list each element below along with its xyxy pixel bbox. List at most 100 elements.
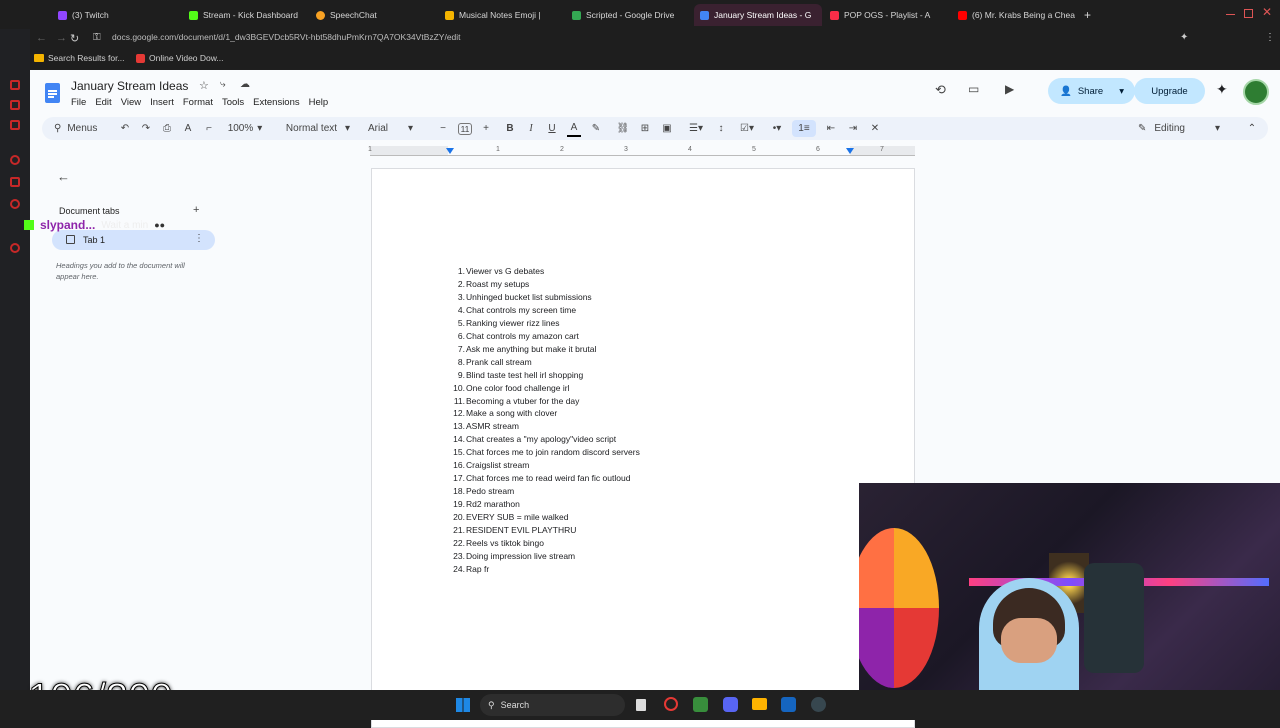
sidebar-app-icon[interactable]: [10, 80, 20, 90]
spellcheck-icon[interactable]: A: [180, 117, 196, 140]
site-info-icon[interactable]: ⚿: [93, 32, 101, 43]
clear-format-icon[interactable]: ✕: [868, 117, 882, 140]
list-item[interactable]: Chat controls my amazon cart: [466, 331, 579, 341]
bold-icon[interactable]: B: [503, 117, 517, 140]
underline-icon[interactable]: U: [545, 117, 559, 140]
indent-marker[interactable]: [446, 148, 454, 154]
xbox-icon[interactable]: [693, 697, 708, 712]
browser-tab[interactable]: POP OGS - Playlist - A: [824, 4, 949, 26]
menu-insert[interactable]: Insert: [150, 97, 174, 108]
move-folder-icon[interactable]: ⤷: [220, 79, 226, 90]
style-select[interactable]: Normal text ▾: [278, 117, 358, 140]
bulleted-list-icon[interactable]: •▾: [766, 117, 788, 140]
list-item[interactable]: Blind taste test hell irl shopping: [466, 370, 583, 380]
add-tab-plus-icon[interactable]: +: [193, 204, 199, 216]
back-arrow-icon[interactable]: ←: [57, 169, 70, 184]
menu-file[interactable]: File: [71, 97, 86, 108]
browser-tab[interactable]: Musical Notes Emoji |: [439, 4, 564, 26]
reload-icon[interactable]: ↻: [70, 32, 79, 45]
list-item[interactable]: Doing impression live stream: [466, 551, 575, 561]
list-item[interactable]: Ranking viewer rizz lines: [466, 318, 560, 328]
list-item[interactable]: Viewer vs G debates: [466, 266, 544, 276]
extensions-icon[interactable]: ✦: [1180, 32, 1188, 43]
list-item[interactable]: RESIDENT EVIL PLAYTHRU: [466, 525, 576, 535]
redo-icon[interactable]: ↷: [138, 117, 154, 140]
bookmark-item[interactable]: Search Results for...: [34, 53, 125, 63]
browser-tab-active[interactable]: January Stream Ideas - G: [694, 4, 822, 26]
close-window-icon[interactable]: ✕: [1262, 5, 1272, 19]
print-icon[interactable]: ⎙: [159, 117, 175, 140]
increase-indent-icon[interactable]: ⇥: [846, 117, 860, 140]
browser-tab[interactable]: SpeechChat: [310, 4, 435, 26]
list-item[interactable]: Chat forces me to read weird fan fic out…: [466, 473, 630, 483]
image-icon[interactable]: ▣: [660, 117, 674, 140]
menu-dots-icon[interactable]: ⋮: [1265, 32, 1275, 43]
font-select[interactable]: Arial ▾: [368, 117, 428, 140]
browser-tab[interactable]: Stream - Kick Dashboard: [183, 4, 308, 26]
task-view-icon[interactable]: [636, 699, 646, 711]
list-item[interactable]: Rap fr: [466, 564, 489, 574]
highlight-icon[interactable]: ✎: [589, 117, 603, 140]
sidebar-app-icon[interactable]: [10, 100, 20, 110]
increase-font-icon[interactable]: +: [479, 117, 493, 140]
line-spacing-icon[interactable]: ↕: [714, 117, 728, 140]
list-item[interactable]: Craigslist stream: [466, 460, 529, 470]
decrease-font-icon[interactable]: −: [436, 117, 450, 140]
menu-edit[interactable]: Edit: [95, 97, 111, 108]
list-item[interactable]: Ask me anything but make it brutal: [466, 344, 596, 354]
store-icon[interactable]: [781, 697, 796, 712]
menu-help[interactable]: Help: [309, 97, 329, 108]
history-icon[interactable]: ⟲: [935, 82, 946, 98]
menu-format[interactable]: Format: [183, 97, 213, 108]
list-item[interactable]: Chat forces me to join random discord se…: [466, 447, 640, 457]
list-item[interactable]: One color food challenge irl: [466, 383, 569, 393]
opera-taskbar-icon[interactable]: [664, 697, 678, 711]
zoom-select[interactable]: 100% ▾: [222, 117, 268, 140]
list-item[interactable]: Prank call stream: [466, 357, 532, 367]
list-item[interactable]: EVERY SUB = mile walked: [466, 512, 568, 522]
obs-icon[interactable]: [811, 697, 826, 712]
text-color-icon[interactable]: A: [567, 120, 581, 137]
font-size-input[interactable]: 11: [455, 117, 475, 140]
list-item[interactable]: Becoming a vtuber for the day: [466, 396, 579, 406]
url-input[interactable]: docs.google.com/document/d/1_dw3BGEVDcb5…: [112, 32, 812, 42]
discord-icon[interactable]: [723, 697, 738, 712]
collapse-toolbar-icon[interactable]: ⌃: [1245, 117, 1259, 140]
docs-logo-icon[interactable]: [45, 83, 60, 103]
list-item[interactable]: Unhinged bucket list submissions: [466, 292, 592, 302]
list-item[interactable]: Rd2 marathon: [466, 499, 520, 509]
more-options-icon[interactable]: ⋮: [194, 233, 204, 244]
menu-tools[interactable]: Tools: [222, 97, 244, 108]
forward-arrow-icon[interactable]: →: [56, 32, 67, 44]
taskbar-search-box[interactable]: ⚲ Search: [480, 694, 625, 716]
maximize-icon[interactable]: [1244, 9, 1253, 18]
editing-mode-select[interactable]: ✎ Editing ▾: [1138, 117, 1228, 140]
sidebar-app-icon[interactable]: [10, 199, 20, 209]
numbered-list-icon[interactable]: 1≡: [792, 120, 816, 137]
document-title[interactable]: January Stream Ideas: [71, 79, 188, 93]
list-item[interactable]: Reels vs tiktok bingo: [466, 538, 544, 548]
new-tab-plus-icon[interactable]: +: [1078, 4, 1094, 26]
undo-icon[interactable]: ↶: [117, 117, 133, 140]
browser-tab[interactable]: (6) Mr. Krabs Being a Chea: [952, 4, 1078, 26]
minimize-icon[interactable]: [1226, 14, 1235, 15]
bookmark-item[interactable]: Online Video Dow...: [136, 53, 224, 63]
avatar[interactable]: [1243, 79, 1269, 105]
right-indent-marker[interactable]: [846, 148, 854, 154]
sidebar-app-icon[interactable]: [10, 120, 20, 130]
sidebar-app-icon[interactable]: [10, 177, 20, 187]
sidebar-app-icon[interactable]: [10, 155, 20, 165]
align-icon[interactable]: ☰▾: [685, 117, 707, 140]
comment-add-icon[interactable]: ⊞: [638, 117, 652, 140]
checklist-icon[interactable]: ☑▾: [736, 117, 758, 140]
list-item[interactable]: Chat controls my screen time: [466, 305, 576, 315]
file-explorer-icon[interactable]: [752, 698, 767, 710]
menu-extensions[interactable]: Extensions: [253, 97, 299, 108]
star-icon[interactable]: ☆: [199, 79, 209, 92]
list-item[interactable]: Chat creates a "my apology"video script: [466, 434, 616, 444]
menu-view[interactable]: View: [121, 97, 141, 108]
browser-tab[interactable]: Scripted - Google Drive: [566, 4, 691, 26]
list-item[interactable]: Roast my setups: [466, 279, 529, 289]
windows-start-icon[interactable]: [456, 698, 470, 712]
back-arrow-icon[interactable]: ←: [36, 32, 47, 44]
